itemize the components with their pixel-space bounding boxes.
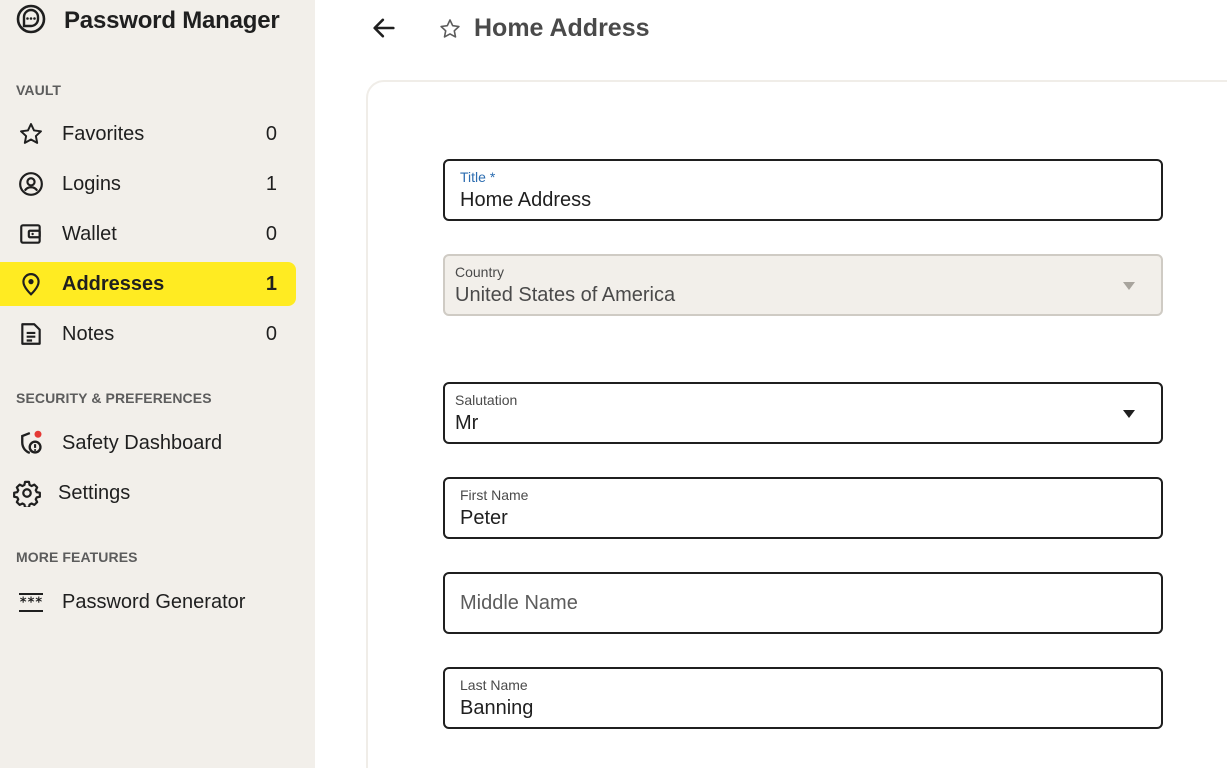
app-title: Password Manager (64, 7, 280, 34)
shield-alert-icon (17, 429, 45, 457)
last-name-field-label: Last Name (460, 677, 528, 693)
last-name-field-value: Banning (460, 697, 534, 719)
title-field-label: Title * (460, 169, 496, 185)
middle-name-placeholder: Middle Name (460, 592, 578, 614)
sidebar-item-count: 0 (265, 122, 277, 145)
brand[interactable]: Password Manager (15, 3, 280, 40)
sidebar-item-safety-dashboard[interactable]: Safety Dashboard (0, 421, 296, 465)
first-name-field-label: First Name (460, 487, 529, 503)
sidebar-item-label: Password Generator (62, 590, 246, 613)
sidebar: Password Manager VAULT Favorites 0 Login… (0, 0, 315, 768)
password-dots-icon: *** (17, 588, 45, 616)
svg-text:***: *** (19, 596, 43, 611)
section-label-vault: VAULT (16, 82, 62, 98)
sidebar-item-count: 1 (265, 272, 277, 295)
sidebar-item-count: 0 (265, 322, 277, 345)
country-select-label: Country (455, 264, 505, 280)
sidebar-item-label: Settings (58, 481, 131, 504)
sidebar-item-password-generator[interactable]: *** Password Generator (0, 580, 296, 624)
sidebar-item-label: Notes (62, 322, 115, 345)
sidebar-item-label: Favorites (62, 122, 145, 145)
first-name-field-value: Peter (460, 507, 508, 529)
page-title: Home Address (474, 14, 650, 42)
sidebar-item-notes[interactable]: Notes 0 (0, 312, 296, 356)
section-label-more-features: MORE FEATURES (16, 549, 138, 565)
country-select[interactable]: Country United States of America (443, 254, 1163, 316)
sidebar-item-favorites[interactable]: Favorites 0 (0, 112, 296, 156)
app-logo-icon (15, 3, 47, 40)
sidebar-item-label: Addresses (62, 272, 165, 295)
sidebar-item-settings[interactable]: Settings (0, 471, 296, 515)
sidebar-item-addresses[interactable]: Addresses 1 (0, 262, 296, 306)
last-name-field[interactable]: Last Name Banning (443, 667, 1163, 729)
first-name-field[interactable]: First Name Peter (443, 477, 1163, 539)
sidebar-item-label: Safety Dashboard (62, 431, 223, 454)
arrow-left-icon (373, 18, 395, 38)
back-button[interactable] (368, 12, 400, 44)
salutation-select-label: Salutation (455, 392, 518, 408)
gear-icon (13, 479, 41, 507)
country-select-value: United States of America (455, 284, 676, 306)
wallet-icon (17, 220, 45, 248)
sidebar-item-wallet[interactable]: Wallet 0 (0, 212, 296, 256)
title-field-value: Home Address (460, 189, 592, 211)
note-icon (17, 320, 45, 348)
chevron-down-icon (1123, 410, 1135, 418)
salutation-select-value: Mr (455, 412, 479, 434)
sidebar-item-label: Logins (62, 172, 121, 195)
salutation-select[interactable]: Salutation Mr (443, 382, 1163, 444)
favorite-toggle-button[interactable] (437, 16, 463, 42)
section-label-security: SECURITY & PREFERENCES (16, 390, 212, 406)
sidebar-item-logins[interactable]: Logins 1 (0, 162, 296, 206)
middle-name-field[interactable]: Middle Name (443, 572, 1163, 634)
title-field[interactable]: Title * Home Address (443, 159, 1163, 221)
star-outline-icon (440, 19, 460, 38)
user-circle-icon (17, 170, 45, 198)
sidebar-item-count: 1 (265, 172, 277, 195)
star-icon (17, 120, 45, 148)
chevron-down-icon (1123, 282, 1135, 290)
sidebar-item-count: 0 (265, 222, 277, 245)
sidebar-item-label: Wallet (62, 222, 117, 245)
location-pin-icon (17, 270, 45, 298)
